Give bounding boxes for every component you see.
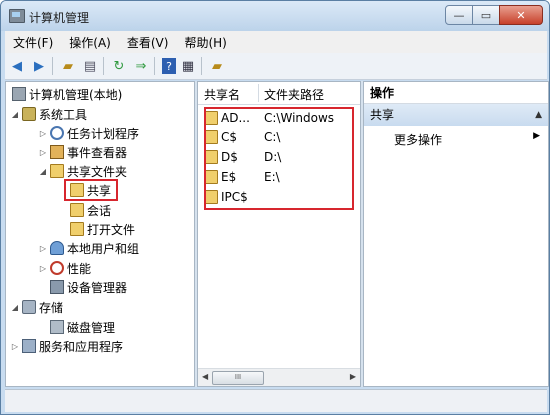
forward-icon[interactable]: ▶ [29,56,49,76]
tree-label: 性能 [67,261,92,276]
tree-label: 事件查看器 [67,145,128,160]
shared-folder-icon [50,164,64,178]
collapse-arrow-icon[interactable]: ◢ [38,167,48,176]
users-icon [50,241,64,255]
window-controls: — ▭ ✕ [445,5,543,25]
device-manager-icon [50,280,64,294]
tree-label: 系统工具 [39,107,88,122]
tree-item-task-scheduler[interactable]: ▷ 任务计划程序 [38,124,139,142]
tree-item-device-manager[interactable]: 设备管理器 [48,278,127,296]
maximize-button[interactable]: ▭ [472,5,500,25]
event-viewer-icon [50,145,64,159]
tree-item-system-tools[interactable]: ◢ 系统工具 [10,105,87,123]
tree-label: 任务计划程序 [67,126,140,141]
menu-view[interactable]: 查看(V) [119,34,177,51]
menu-bar: 文件(F) 操作(A) 查看(V) 帮助(H) [5,31,547,53]
highlight-box-shares-list [204,107,354,210]
tree-item-open-files[interactable]: 打开文件 [68,220,135,238]
tree-item-local-users[interactable]: ▷ 本地用户和组 [38,239,139,257]
menu-help[interactable]: 帮助(H) [176,34,234,51]
show-hide-tree-icon[interactable]: ▤ [80,56,100,76]
list-header: 共享名 文件夹路径 [198,82,360,105]
tree-item-sessions[interactable]: 会话 [68,201,111,219]
highlight-box-shares [64,179,118,201]
tree-label: 计算机管理(本地) [29,87,123,102]
scroll-left-icon[interactable]: ◀ [202,372,208,381]
actions-section-label: 共享 [370,108,395,122]
status-bar [5,389,547,412]
computer-management-icon [9,9,25,23]
expand-arrow-icon[interactable]: ▷ [10,342,20,351]
actions-section-shares[interactable]: 共享 ▲ [364,104,548,126]
share-icon[interactable]: ▰ [207,56,227,76]
more-actions-item[interactable]: 更多操作 [394,131,442,148]
back-icon[interactable]: ◀ [7,56,27,76]
tree-item-root[interactable]: 计算机管理(本地) [10,85,122,103]
column-header-share-name[interactable]: 共享名 [204,86,240,103]
expand-arrow-icon[interactable]: ▷ [38,129,48,138]
tree-item-services[interactable]: ▷ 服务和应用程序 [10,337,123,355]
actions-pane: 操作 共享 ▲ 更多操作 ▶ [363,81,549,387]
tree-item-disk-management[interactable]: 磁盘管理 [48,318,115,336]
scroll-thumb[interactable]: III [212,371,264,385]
collapse-up-icon[interactable]: ▲ [535,104,542,126]
help-icon[interactable]: ? [162,58,176,74]
menu-action[interactable]: 操作(A) [61,34,119,51]
main-content: 计算机管理(本地) ◢ 系统工具 ▷ 任务计划程序 ▷ 事件查看器 ◢ 共享文件… [5,81,549,387]
export-list-icon[interactable]: ⇒ [131,56,151,76]
submenu-arrow-icon[interactable]: ▶ [533,131,540,141]
properties-icon[interactable]: ▦ [178,56,198,76]
scroll-right-icon[interactable]: ▶ [350,372,356,381]
tree-label: 打开文件 [87,222,136,237]
tree-label: 服务和应用程序 [39,339,124,354]
tools-icon [22,107,36,121]
tree-item-performance[interactable]: ▷ 性能 [38,259,91,277]
storage-icon [22,300,36,314]
title-bar: 计算机管理 — ▭ ✕ [1,1,549,31]
shares-list[interactable]: 共享名 文件夹路径 AD... C:\Windows C$ C:\ D$ D:\ [197,81,361,387]
services-icon [22,339,36,353]
toolbar: ◀ ▶ ▰ ▤ ↻ ⇒ ? ▦ ▰ [5,53,547,80]
tree-label: 设备管理器 [67,280,128,295]
computer-icon [12,87,26,101]
collapse-arrow-icon[interactable]: ◢ [10,303,20,312]
window-title: 计算机管理 [29,11,90,25]
performance-icon [50,261,64,275]
tree-label: 会话 [87,203,112,218]
up-folder-icon[interactable]: ▰ [58,56,78,76]
toolbar-separator [154,57,155,75]
close-button[interactable]: ✕ [499,5,543,25]
horizontal-scrollbar[interactable]: ◀ III ▶ [198,368,360,386]
tree-label: 存储 [39,300,64,315]
tree-label: 共享文件夹 [67,164,128,179]
collapse-arrow-icon[interactable]: ◢ [10,110,20,119]
column-header-folder-path[interactable]: 文件夹路径 [264,86,324,103]
console-tree[interactable]: 计算机管理(本地) ◢ 系统工具 ▷ 任务计划程序 ▷ 事件查看器 ◢ 共享文件… [5,81,195,387]
refresh-icon[interactable]: ↻ [109,56,129,76]
expand-arrow-icon[interactable]: ▷ [38,244,48,253]
tree-item-event-viewer[interactable]: ▷ 事件查看器 [38,143,127,161]
toolbar-separator [201,57,202,75]
actions-title: 操作 [364,82,548,104]
tree-label: 磁盘管理 [67,320,116,335]
menu-file[interactable]: 文件(F) [5,34,61,51]
clock-icon [50,126,64,140]
expand-arrow-icon[interactable]: ▷ [38,148,48,157]
toolbar-separator [52,57,53,75]
minimize-button[interactable]: — [445,5,473,25]
toolbar-separator [103,57,104,75]
disk-icon [50,320,64,334]
expand-arrow-icon[interactable]: ▷ [38,264,48,273]
tree-item-storage[interactable]: ◢ 存储 [10,298,63,316]
tree-item-shared-folders[interactable]: ◢ 共享文件夹 [38,162,127,180]
open-files-icon [70,222,84,236]
computer-management-window: 计算机管理 — ▭ ✕ 文件(F) 操作(A) 查看(V) 帮助(H) ◀ ▶ … [0,0,550,415]
column-separator[interactable] [258,84,259,102]
sessions-icon [70,203,84,217]
tree-label: 本地用户和组 [67,241,140,256]
